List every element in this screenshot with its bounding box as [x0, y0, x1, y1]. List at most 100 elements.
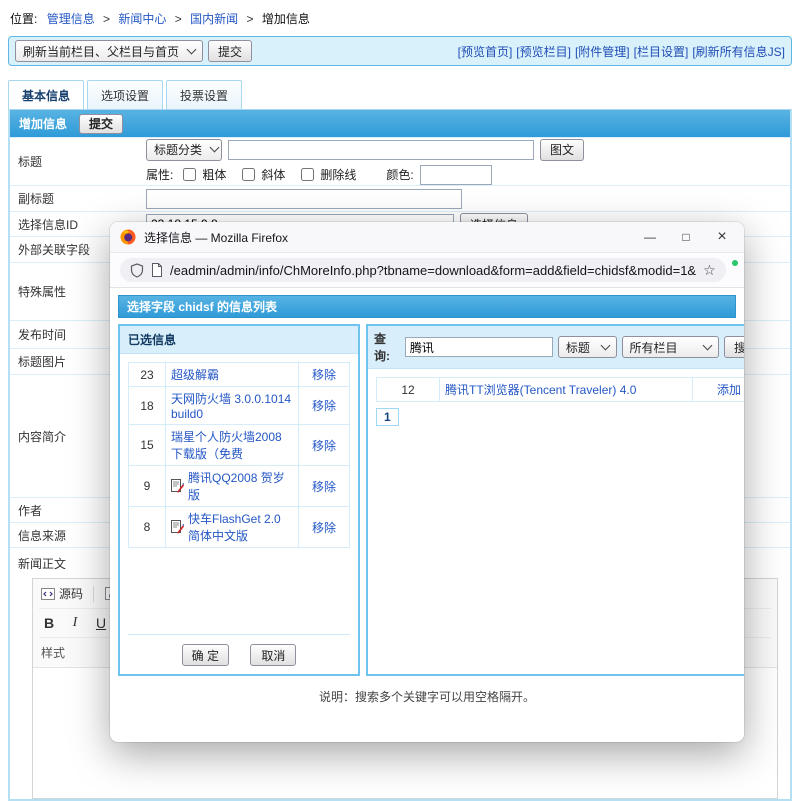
- window-controls: — □ ×: [632, 222, 740, 252]
- selected-info-panel: 已选信息 23 超级解霸 移除 18 天网防火墙 3.0.0.1014 buil…: [118, 324, 360, 676]
- breadcrumb-current: 增加信息: [262, 12, 310, 26]
- item-title-link[interactable]: 瑞星个人防火墙2008下载版（免费: [171, 430, 282, 461]
- remove-link[interactable]: 移除: [312, 521, 336, 535]
- firefox-logo-icon: [120, 229, 136, 245]
- breadcrumb-prefix: 位置:: [10, 12, 37, 26]
- query-input[interactable]: [405, 337, 553, 357]
- window-titlebar[interactable]: 选择信息 — Mozilla Firefox — □ ×: [110, 222, 744, 253]
- form-tabs: 基本信息 选项设置 投票设置: [8, 80, 792, 109]
- pic-text-button[interactable]: 图文: [540, 139, 584, 161]
- url-field[interactable]: /eadmin/admin/info/ChMoreInfo.php?tbname…: [120, 258, 726, 282]
- maximize-button[interactable]: □: [668, 222, 704, 252]
- tab-vote-settings[interactable]: 投票设置: [166, 80, 242, 109]
- selected-panel-title: 已选信息: [120, 326, 358, 354]
- title-color-input[interactable]: [420, 165, 492, 185]
- results-table: 12 腾讯TT浏览器(Tencent Traveler) 4.0 添加: [376, 377, 744, 402]
- doc-edit-icon: [171, 520, 184, 534]
- breadcrumb-link-news-center[interactable]: 新闻中心: [118, 12, 166, 26]
- tab-option-settings[interactable]: 选项设置: [87, 80, 163, 109]
- table-row: 12 腾讯TT浏览器(Tencent Traveler) 4.0 添加: [377, 378, 745, 402]
- attachment-manage-link[interactable]: [附件管理]: [575, 43, 630, 60]
- item-id: 18: [129, 387, 166, 425]
- query-bar: 查询: 标题 所有栏目 搜索: [368, 326, 744, 369]
- row-subtitle: 副标题: [10, 185, 790, 211]
- tab-basic-info[interactable]: 基本信息: [8, 80, 84, 109]
- page-number[interactable]: 1: [376, 408, 399, 426]
- close-button[interactable]: ×: [704, 222, 740, 252]
- breadcrumb-link-domestic-news[interactable]: 国内新闻: [190, 12, 238, 26]
- table-row: 15 瑞星个人防火墙2008下载版（免费 移除: [129, 425, 350, 466]
- remove-link[interactable]: 移除: [312, 480, 336, 494]
- column-settings-link[interactable]: [栏目设置]: [634, 43, 689, 60]
- top-toolbar: 刷新当前栏目、父栏目与首页 提交 [预览首页] [预览栏目] [附件管理] [栏…: [8, 36, 792, 66]
- form-header: 增加信息 提交: [10, 110, 790, 137]
- table-row: 9 腾讯QQ2008 贺岁版 移除: [129, 466, 350, 507]
- item-id: 9: [129, 466, 166, 507]
- search-panel: 查询: 标题 所有栏目 搜索 12 腾讯TT浏览器(Tencent Travel…: [366, 324, 744, 676]
- chevron-down-icon: [210, 143, 220, 153]
- item-id: 23: [129, 363, 166, 387]
- notification-dot: [732, 260, 738, 266]
- bold-checkbox[interactable]: [183, 168, 196, 181]
- refresh-submit-button[interactable]: 提交: [208, 40, 252, 62]
- remove-link[interactable]: 移除: [312, 368, 336, 382]
- ok-button[interactable]: 确 定: [182, 644, 229, 666]
- add-link[interactable]: 添加: [717, 383, 741, 397]
- chevron-down-icon: [600, 340, 610, 350]
- search-column-select[interactable]: 所有栏目: [622, 336, 719, 358]
- remove-link[interactable]: 移除: [312, 399, 336, 413]
- doc-edit-icon: [171, 479, 184, 493]
- refresh-scope-select[interactable]: 刷新当前栏目、父栏目与首页: [15, 40, 203, 62]
- item-title-link[interactable]: 快车FlashGet 2.0 简体中文版: [188, 510, 293, 544]
- search-button[interactable]: 搜索: [724, 336, 744, 358]
- source-code-icon: [41, 588, 55, 600]
- refresh-all-js-link[interactable]: [刷新所有信息JS]: [692, 43, 785, 60]
- browser-urlbar: /eadmin/admin/info/ChMoreInfo.php?tbname…: [110, 253, 744, 288]
- preview-home-link[interactable]: [预览首页]: [458, 43, 513, 60]
- result-title-link[interactable]: 腾讯TT浏览器(Tencent Traveler) 4.0: [445, 383, 636, 397]
- query-label: 查询:: [374, 330, 400, 364]
- item-title-link[interactable]: 腾讯QQ2008 贺岁版: [188, 469, 293, 503]
- result-id: 12: [377, 378, 440, 402]
- form-title: 增加信息: [19, 115, 67, 132]
- minimize-button[interactable]: —: [632, 222, 668, 252]
- chevron-down-icon: [703, 340, 713, 350]
- search-field-select[interactable]: 标题: [558, 336, 617, 358]
- table-row: 8 快车FlashGet 2.0 简体中文版 移除: [129, 507, 350, 548]
- preview-column-link[interactable]: [预览栏目]: [516, 43, 571, 60]
- toolbar-links: [预览首页] [预览栏目] [附件管理] [栏目设置] [刷新所有信息JS]: [458, 43, 785, 60]
- select-info-window: 选择信息 — Mozilla Firefox — □ × /eadmin/adm…: [110, 222, 744, 742]
- bold-button[interactable]: B: [41, 615, 57, 631]
- url-text: /eadmin/admin/info/ChMoreInfo.php?tbname…: [170, 263, 696, 278]
- breadcrumb: 位置: 管理信息 > 新闻中心 > 国内新闻 > 增加信息: [0, 0, 800, 36]
- page-icon: [151, 263, 163, 277]
- field-label: 副标题: [10, 186, 140, 211]
- item-id: 8: [129, 507, 166, 548]
- italic-button[interactable]: I: [67, 615, 83, 631]
- table-row: 23 超级解霸 移除: [129, 363, 350, 387]
- underline-button[interactable]: U: [93, 615, 109, 631]
- subtitle-input[interactable]: [146, 189, 462, 209]
- italic-checkbox[interactable]: [242, 168, 255, 181]
- item-id: 15: [129, 425, 166, 466]
- field-label: 标题: [10, 138, 140, 185]
- selected-items-table: 23 超级解霸 移除 18 天网防火墙 3.0.0.1014 build0 移除…: [128, 362, 350, 548]
- remove-link[interactable]: 移除: [312, 439, 336, 453]
- attr-label: 属性:: [146, 166, 173, 183]
- title-category-select[interactable]: 标题分类: [146, 139, 222, 161]
- item-title-link[interactable]: 超级解霸: [171, 368, 219, 382]
- title-input[interactable]: [228, 140, 534, 160]
- source-code-button[interactable]: 源码: [41, 585, 83, 602]
- cancel-button[interactable]: 取消: [250, 644, 296, 666]
- list-header: 选择字段 chidsf 的信息列表: [118, 295, 736, 318]
- item-title-link[interactable]: 天网防火墙 3.0.0.1014 build0: [171, 392, 291, 421]
- form-submit-button[interactable]: 提交: [79, 114, 123, 134]
- window-title: 选择信息 — Mozilla Firefox: [144, 229, 288, 246]
- panel-footer: 确 定 取消: [128, 634, 350, 666]
- bookmark-star-icon[interactable]: ☆: [703, 262, 716, 279]
- breadcrumb-link-manage[interactable]: 管理信息: [47, 12, 95, 26]
- row-title: 标题 标题分类 图文 属性: 粗体 斜体 删除线 颜色:: [10, 137, 790, 185]
- strike-checkbox[interactable]: [301, 168, 314, 181]
- color-label: 颜色:: [386, 166, 413, 183]
- modal-content: 选择字段 chidsf 的信息列表 已选信息 23 超级解霸 移除 18 天网防…: [110, 288, 744, 712]
